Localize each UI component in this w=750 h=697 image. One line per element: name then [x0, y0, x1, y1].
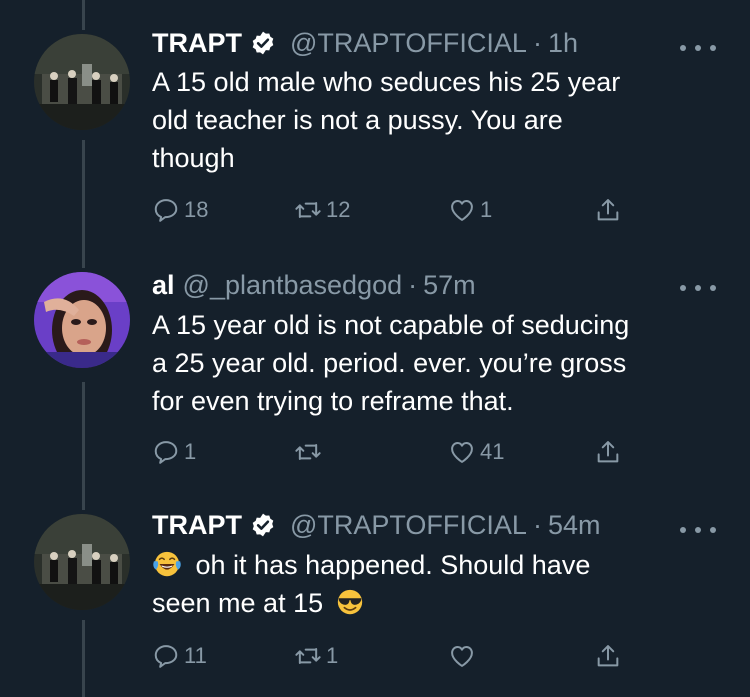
tweet-text: oh it has happened. Should have seen me … — [152, 546, 712, 622]
verified-badge-icon — [252, 513, 274, 537]
more-dot-icon — [695, 527, 701, 533]
share-button[interactable] — [594, 639, 622, 673]
tweet-text-line: seen me at 15 — [152, 584, 712, 622]
more-dot-icon — [710, 527, 716, 533]
avatar[interactable] — [34, 514, 130, 610]
heart-icon — [451, 646, 473, 667]
reply-count: 11 — [184, 643, 207, 668]
tweet-text-line: seen me at 15 — [152, 588, 324, 618]
face-with-tears-of-joy-icon — [153, 551, 181, 577]
author-handle[interactable]: @TRAPTOFFICIAL — [290, 510, 527, 541]
author-name[interactable]: TRAPT — [152, 510, 242, 541]
more-dot-icon — [680, 527, 686, 533]
smiling-face-with-sunglasses-icon — [337, 589, 362, 615]
tweet-text-line: oh it has happened. Should have — [152, 546, 712, 584]
like-button[interactable] — [448, 639, 480, 673]
tweet-header: TRAPT @TRAPTOFFICIAL · 54m — [152, 508, 600, 542]
tweet-actions: 11 1 — [152, 639, 632, 673]
separator-dot: · — [532, 509, 542, 540]
tweet-text-line: oh it has happened. Should have — [195, 550, 591, 580]
retweet-icon — [295, 648, 321, 664]
reply-icon — [154, 645, 178, 668]
timestamp[interactable]: 54m — [548, 510, 601, 541]
share-icon — [597, 645, 619, 667]
reply-button[interactable]: 11 — [152, 639, 207, 673]
retweet-count: 1 — [326, 643, 339, 668]
more-options-button[interactable] — [680, 520, 716, 540]
retweet-button[interactable]: 1 — [294, 639, 338, 673]
tweet[interactable]: TRAPT @TRAPTOFFICIAL · 54m oh it has hap… — [0, 0, 750, 697]
band-photo-avatar-icon — [34, 514, 130, 610]
